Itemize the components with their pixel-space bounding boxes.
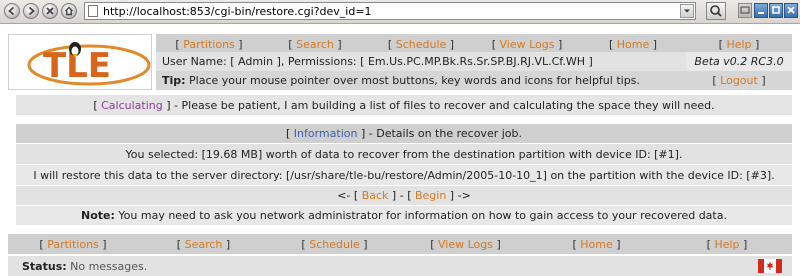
user-info-row: User Name: [ Admin ], Permissions: [ Em.…	[156, 52, 792, 71]
begin-link[interactable]: [ Begin ]	[407, 189, 454, 202]
url-text[interactable]: http://localhost:853/cgi-bin/restore.cgi…	[103, 5, 372, 18]
information-text: - Details on the recover job.	[368, 127, 522, 140]
status-label: Status:	[22, 259, 67, 273]
tip-label: Tip:	[162, 74, 186, 87]
prefix-arrow: <-	[337, 189, 351, 202]
bottom-nav-home[interactable]: [ Home ]	[531, 234, 662, 254]
nav-help[interactable]: [ Help ]	[686, 34, 792, 54]
note-row: Note: You may need to ask you network ad…	[16, 206, 792, 225]
bottom-nav-help[interactable]: [ Help ]	[662, 234, 792, 254]
separator: -	[399, 189, 404, 202]
note-text: You may need to ask you network administ…	[118, 209, 727, 222]
tip-text: Place your mouse pointer over most butto…	[189, 74, 640, 87]
user-name: Admin	[238, 55, 274, 68]
bottom-nav-view-logs[interactable]: [ View Logs ]	[400, 234, 531, 254]
detail-line-1: You selected: [19.68 MB] worth of data t…	[16, 144, 792, 164]
home-icon[interactable]	[61, 3, 77, 19]
tip: Tip: Place your mouse pointer over most …	[162, 71, 640, 90]
browser-toolbar: http://localhost:853/cgi-bin/restore.cgi…	[0, 0, 800, 24]
note-label: Note:	[81, 209, 115, 222]
permissions-value: Em.Us.PC.MP.Bk.Rs.Sr.SP.BJ.RJ.VL.Cf.WH	[367, 55, 586, 68]
bottom-nav: [ Partitions ] [ Search ] [ Schedule ] […	[8, 234, 792, 254]
user-name-label: User Name:	[162, 55, 227, 68]
maximize-icon[interactable]	[769, 3, 783, 18]
nav-schedule[interactable]: [ Schedule ]	[368, 34, 474, 54]
logout-link[interactable]: [ Logout ]	[686, 71, 792, 90]
top-nav: [ Partitions ] [ Search ] [ Schedule ] […	[156, 34, 792, 54]
information-row: [ Information ] - Details on the recover…	[16, 124, 792, 143]
search-icon[interactable]	[706, 2, 726, 20]
back-begin-row: <- [ Back ] - [ Begin ] ->	[16, 186, 792, 205]
information-label: Information	[293, 127, 358, 140]
nav-view-logs[interactable]: [ View Logs ]	[474, 34, 580, 54]
minimize-icon[interactable]	[754, 3, 768, 18]
tip-row: Tip: Place your mouse pointer over most …	[156, 71, 792, 90]
bottom-nav-schedule[interactable]: [ Schedule ]	[269, 234, 400, 254]
nav-search[interactable]: [ Search ]	[262, 34, 368, 54]
suffix-arrow: ->	[457, 189, 471, 202]
page-icon	[88, 5, 98, 17]
url-bar[interactable]: http://localhost:853/cgi-bin/restore.cgi…	[84, 2, 696, 20]
back-icon[interactable]	[4, 3, 20, 19]
tle-logo: TLE	[8, 34, 152, 90]
calculating-text: - Please be patient, I am building a lis…	[174, 98, 715, 112]
calculating-row: [ Calculating ] - Please be patient, I a…	[16, 95, 792, 115]
status: Status: No messages.	[22, 256, 147, 276]
stop-icon[interactable]	[42, 3, 58, 19]
window-menu-icon[interactable]	[738, 3, 752, 18]
user-info: User Name: [ Admin ], Permissions: [ Em.…	[162, 55, 593, 68]
permissions-label: Permissions:	[287, 55, 357, 68]
status-text: No messages.	[70, 259, 148, 273]
forward-icon[interactable]	[23, 3, 39, 19]
canada-flag-icon	[758, 259, 782, 273]
version: Beta v0.2 RC3.0	[686, 52, 792, 71]
close-icon[interactable]	[784, 3, 798, 18]
detail-line-2: I will restore this data to the server d…	[16, 165, 792, 185]
url-dropdown-icon[interactable]	[680, 4, 694, 18]
back-link[interactable]: [ Back ]	[354, 189, 396, 202]
nav-home[interactable]: [ Home ]	[580, 34, 686, 54]
bottom-nav-partitions[interactable]: [ Partitions ]	[8, 234, 138, 254]
calculating-label: Calculating	[101, 98, 163, 112]
status-bar: Status: No messages.	[8, 256, 792, 276]
bottom-nav-search[interactable]: [ Search ]	[138, 234, 269, 254]
nav-partitions[interactable]: [ Partitions ]	[156, 34, 262, 54]
